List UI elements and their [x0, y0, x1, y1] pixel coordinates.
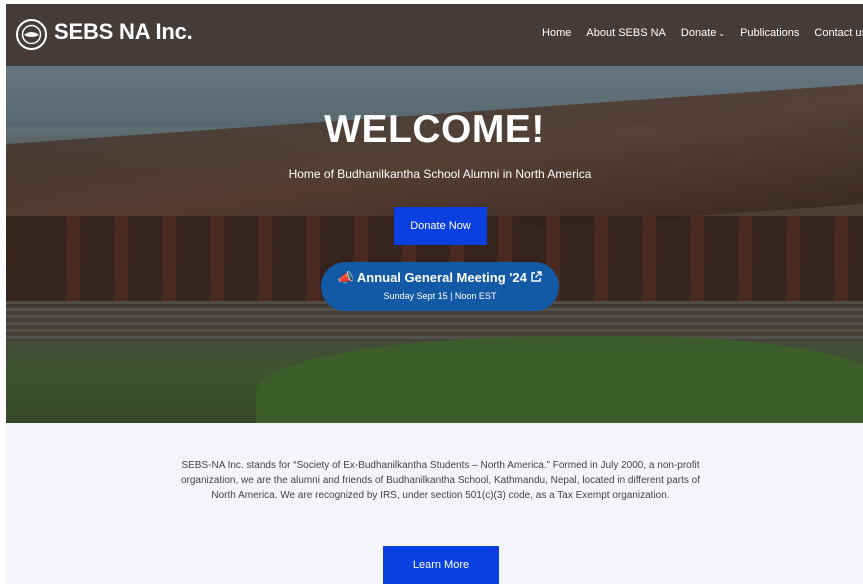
agm-title: Annual General Meeting '24 — [356, 270, 527, 285]
external-link-icon — [531, 271, 543, 282]
page: SEBS NA Inc. Home About SEBS NA Donate ⌄ … — [6, 4, 863, 584]
agm-event-button[interactable]: 📣 Annual General Meeting '24 Sunday Sept… — [321, 262, 559, 311]
agm-detail: Sunday Sept 15 | Noon EST — [383, 291, 497, 301]
main-nav: Home About SEBS NA Donate ⌄ Publications … — [542, 27, 863, 39]
hero-banner: WELCOME! Home of Budhanilkantha School A… — [6, 66, 863, 423]
megaphone-icon: 📣 — [337, 270, 354, 285]
nav-donate-label: Donate — [680, 27, 717, 39]
nav-publications[interactable]: Publications — [740, 27, 799, 39]
nav-home[interactable]: Home — [542, 27, 571, 39]
learn-more-button[interactable]: Learn More — [383, 546, 499, 584]
donate-now-button[interactable]: Donate Now — [394, 207, 487, 245]
nav-contact[interactable]: Contact us — [814, 27, 863, 39]
nav-donate[interactable]: Donate ⌄ — [681, 27, 725, 39]
site-brand[interactable]: SEBS NA Inc. — [54, 19, 193, 45]
about-description: SEBS-NA Inc. stands for “Society of Ex-B… — [180, 460, 701, 501]
nav-about[interactable]: About SEBS NA — [586, 27, 666, 39]
about-section: SEBS-NA Inc. stands for “Society of Ex-B… — [6, 423, 863, 584]
school-logo-icon[interactable] — [16, 19, 47, 50]
chevron-down-icon: ⌄ — [718, 29, 726, 38]
site-header: SEBS NA Inc. Home About SEBS NA Donate ⌄ … — [6, 4, 863, 66]
hero-title: WELCOME! — [324, 108, 545, 151]
hero-subtitle: Home of Budhanilkantha School Alumni in … — [288, 167, 592, 181]
